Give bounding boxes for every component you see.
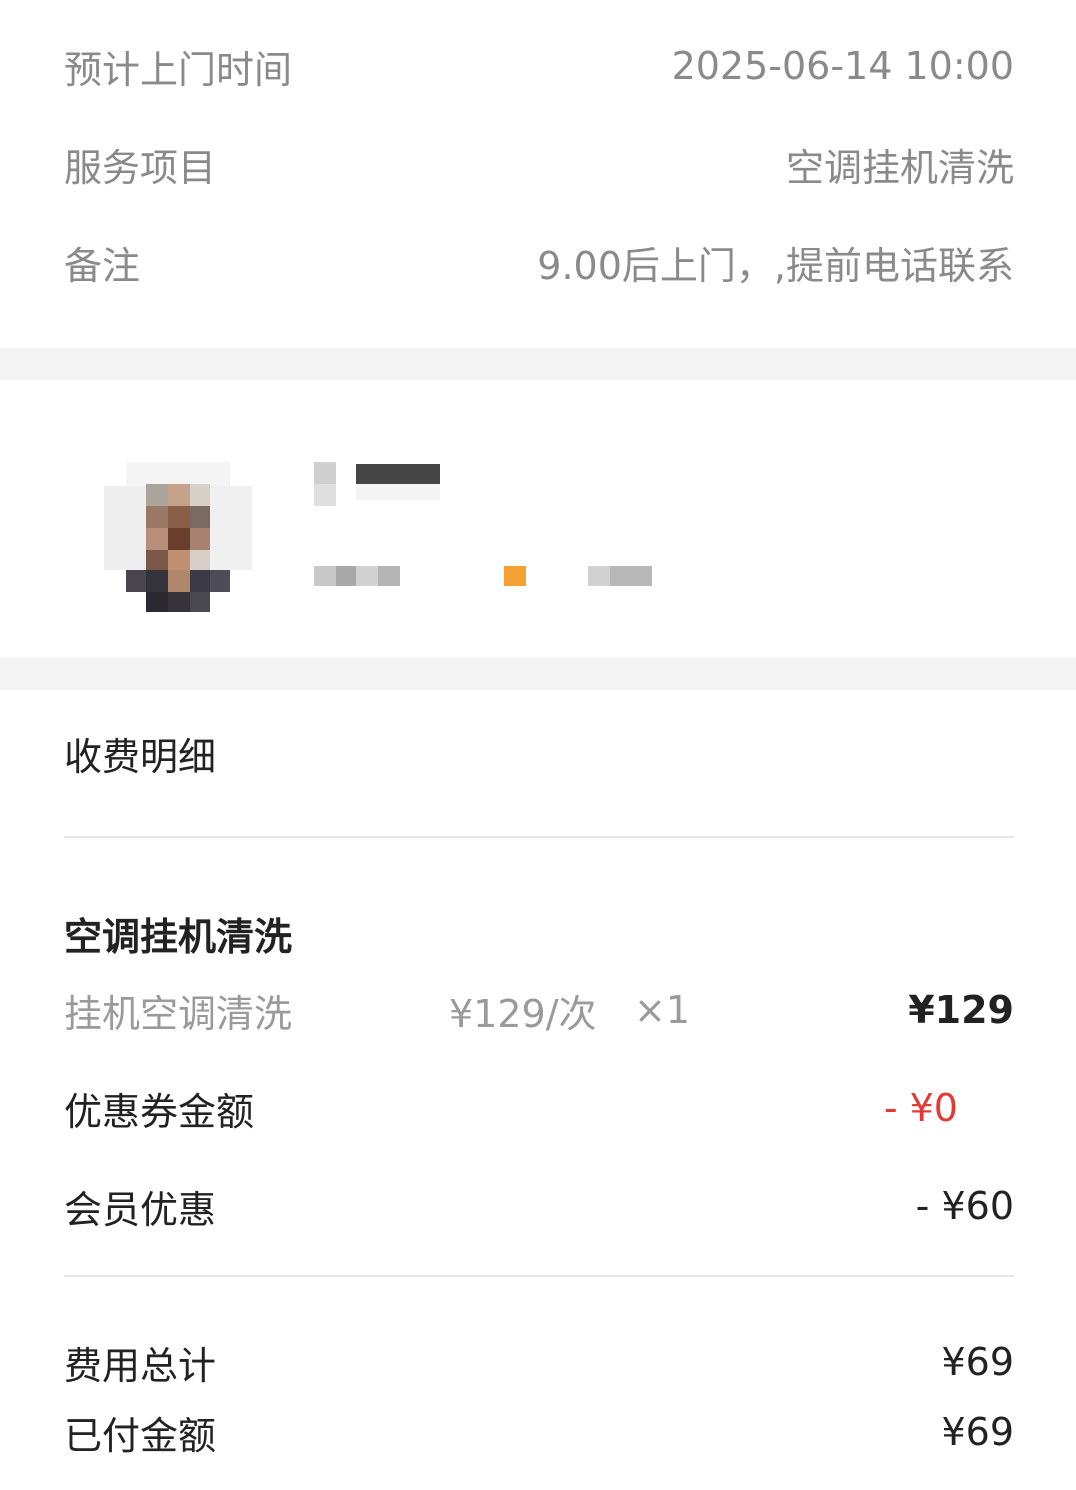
service-label: 服务项目 (64, 145, 217, 190)
coupon-value: - ¥0 (883, 1086, 958, 1130)
service-value: 空调挂机清洗 (785, 145, 1014, 190)
coupon-row: 优惠券金额 - ¥0 (64, 1078, 1014, 1138)
item-name: 挂机空调清洗 (64, 991, 293, 1036)
fee-line-item: 挂机空调清洗 ¥129/次 ×1 ¥129 (64, 980, 1014, 1040)
visit-time-row: 预计上门时间 2025-06-14 10:00 (64, 36, 1014, 96)
divider (64, 836, 1014, 838)
section-separator (0, 658, 1076, 690)
paid-label: 已付金额 (64, 1413, 217, 1458)
item-unit-price: ¥129/次 (449, 991, 597, 1036)
total-label: 费用总计 (64, 1343, 217, 1388)
remark-value: 9.00后上门，,提前电话联系 (537, 243, 1014, 288)
coupon-label: 优惠券金额 (64, 1089, 255, 1134)
rating-star-icon (504, 566, 526, 586)
technician-info-redacted (314, 566, 654, 590)
remark-label: 备注 (64, 243, 141, 288)
total-row: 费用总计 ¥69 (64, 1332, 1014, 1392)
member-discount-label: 会员优惠 (64, 1187, 217, 1232)
paid-row: 已付金额 ¥69 (64, 1402, 1014, 1462)
member-discount-value: - ¥60 (915, 1184, 1014, 1228)
technician-name-redacted (314, 462, 442, 506)
total-value: ¥69 (941, 1340, 1014, 1384)
member-discount-row: 会员优惠 - ¥60 (64, 1176, 1014, 1236)
fee-section-title: 收费明细 (64, 735, 217, 779)
fee-group-title: 空调挂机清洗 (64, 915, 293, 959)
visit-time-label: 预计上门时间 (64, 47, 293, 92)
section-separator (0, 348, 1076, 380)
remark-row: 备注 9.00后上门，,提前电话联系 (64, 232, 1014, 292)
avatar (104, 444, 252, 612)
technician-card[interactable] (0, 380, 1076, 658)
service-row: 服务项目 空调挂机清洗 (64, 134, 1014, 194)
item-quantity: ×1 (634, 988, 691, 1032)
paid-value: ¥69 (941, 1410, 1014, 1454)
divider (64, 1275, 1014, 1277)
item-amount: ¥129 (908, 988, 1014, 1032)
visit-time-value: 2025-06-14 10:00 (671, 44, 1014, 88)
